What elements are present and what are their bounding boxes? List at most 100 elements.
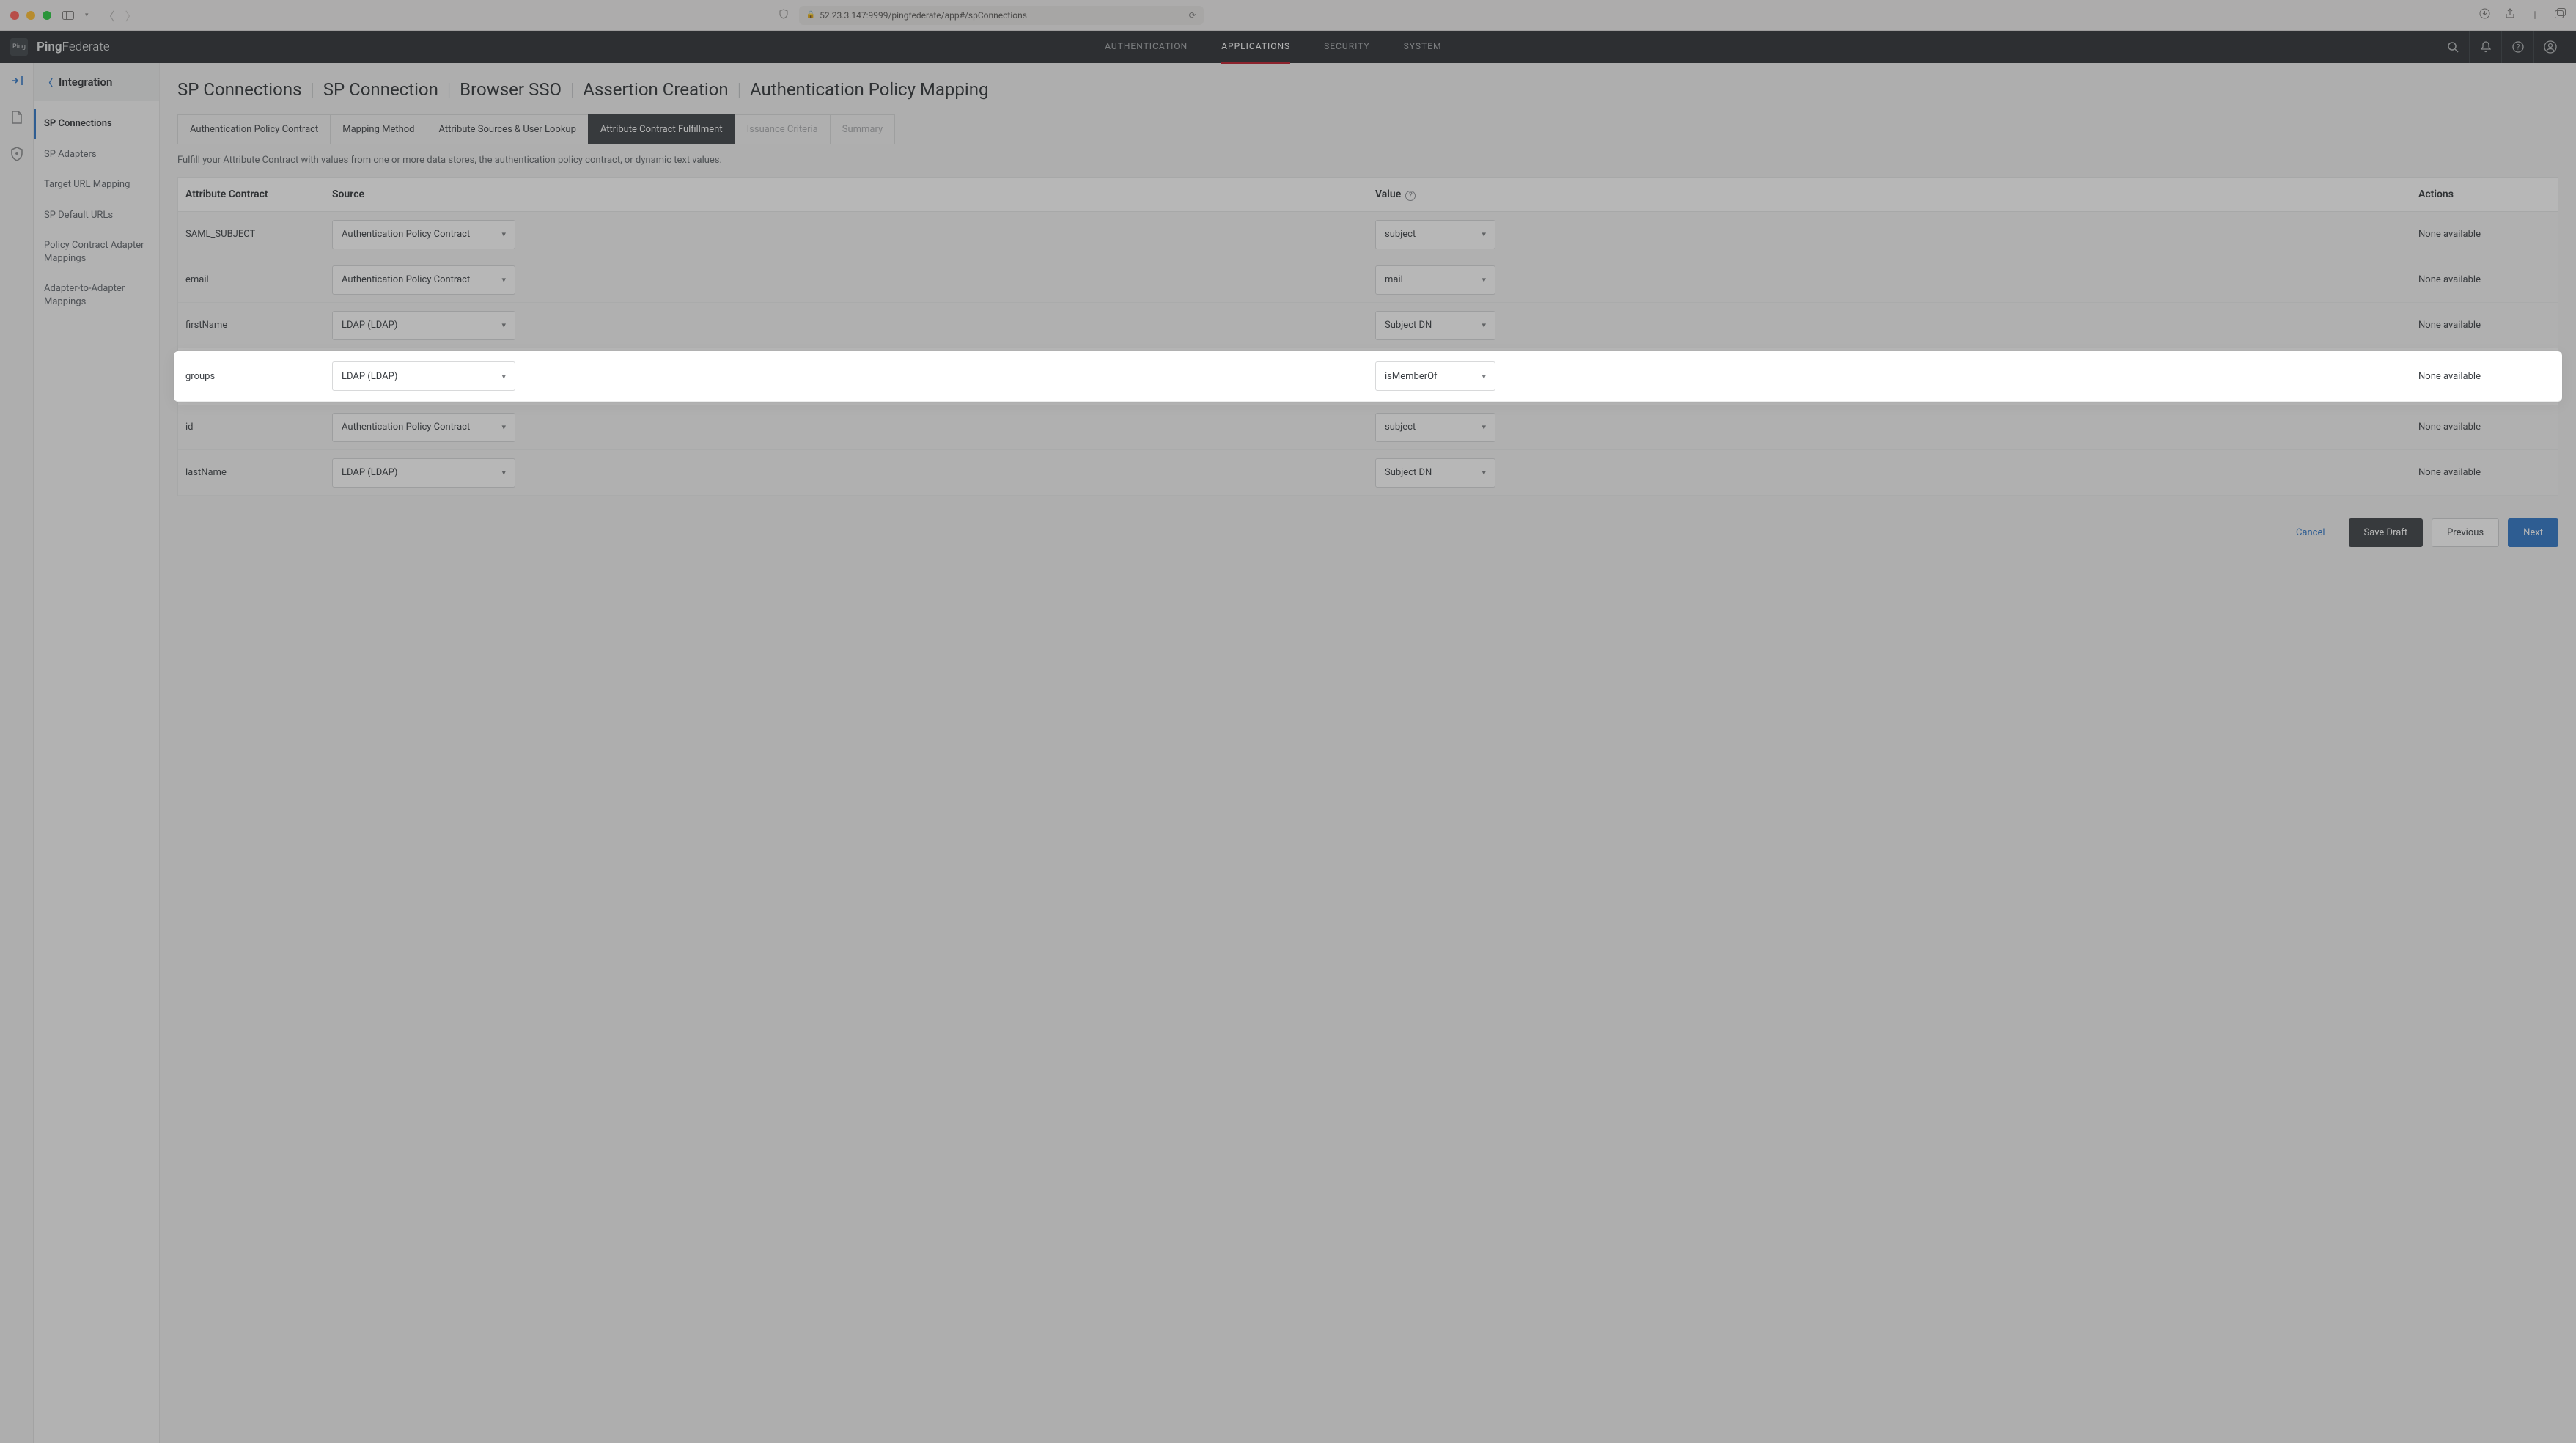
sidenav-item[interactable]: SP Adapters [34,139,159,170]
step-tab: Issuance Criteria [735,114,831,144]
privacy-shield-icon[interactable] [779,9,789,22]
save-draft-button[interactable]: Save Draft [2349,518,2424,547]
button-row: Cancel Save Draft Previous Next [177,518,2558,547]
integration-rail-icon[interactable] [0,73,33,88]
cell-attr: firstName [178,320,325,331]
lock-icon: 🔒 [806,11,815,19]
info-icon[interactable]: ? [1405,191,1416,201]
cell-attr: id [178,422,325,433]
maximize-window-button[interactable] [43,11,51,20]
refresh-button[interactable]: ⟳ [1189,10,1196,21]
svg-text:?: ? [2516,44,2520,52]
chevron-down-icon: ▾ [501,275,506,284]
chevron-down-icon: ▾ [1482,230,1486,239]
breadcrumb: SP Connections | SP Connection | Browser SSO… [177,79,2558,100]
share-icon[interactable] [2505,8,2515,23]
sidenav-item[interactable]: Target URL Mapping [34,169,159,200]
value-select[interactable]: subject▾ [1375,413,1495,442]
back-button[interactable]: 〈 [103,7,115,24]
th-attribute: Attribute Contract [178,178,325,211]
crumb-item[interactable]: SP Connection [323,79,438,100]
value-select[interactable]: mail▾ [1375,265,1495,295]
chevron-down-icon: ▾ [1482,275,1486,284]
document-rail-icon[interactable] [0,110,33,125]
app-topnav: Ping PingFederate AUTHENTICATION APPLICAT… [0,31,2576,63]
crumb-item[interactable]: Browser SSO [460,79,562,100]
close-window-button[interactable] [10,11,19,20]
value-select[interactable]: subject▾ [1375,220,1495,249]
step-tabs: Authentication Policy ContractMapping Me… [177,114,2558,144]
cell-attr: SAML_SUBJECT [178,229,325,240]
step-tab[interactable]: Attribute Sources & User Lookup [427,114,589,144]
chevron-down-icon: ▾ [501,320,506,330]
brand-light: Federate [62,40,110,54]
actions-cell: None available [2411,422,2558,433]
crumb-item[interactable]: Authentication Policy Mapping [750,79,988,100]
search-icon[interactable] [2437,31,2469,63]
url-text: 52.23.3.147:9999/pingfederate/app#/spCon… [820,10,1027,21]
shield-rail-icon[interactable] [0,147,33,161]
chevron-down-icon: ▾ [501,230,506,239]
sidenav-item[interactable]: Policy Contract Adapter Mappings [34,230,159,273]
chevron-down-icon: ▾ [501,372,506,381]
actions-cell: None available [2411,229,2558,240]
crumb-item[interactable]: Assertion Creation [583,79,728,100]
forward-button[interactable]: 〉 [125,7,137,24]
source-select[interactable]: Authentication Policy Contract▾ [332,265,515,295]
attribute-table: Attribute Contract Source Value? Actions… [177,177,2558,496]
help-icon[interactable]: ? [2501,31,2533,63]
cell-attr: groups [178,371,325,382]
minimize-window-button[interactable] [26,11,35,20]
nav-security[interactable]: SECURITY [1324,31,1370,64]
downloads-icon[interactable] [2479,8,2490,23]
source-select[interactable]: Authentication Policy Contract▾ [332,220,515,249]
step-tab[interactable]: Mapping Method [330,114,427,144]
chevron-down-icon: ▾ [1482,468,1486,477]
crumb-sep: | [310,79,314,100]
side-nav: 〈 Integration SP ConnectionsSP AdaptersT… [34,63,160,1443]
nav-applications[interactable]: APPLICATIONS [1221,31,1290,64]
nav-system[interactable]: SYSTEM [1404,31,1442,64]
chevron-down-icon: ▾ [1482,320,1486,330]
previous-button[interactable]: Previous [2432,518,2499,547]
crumb-sep: | [447,79,451,100]
browser-toolbar: ▾ 〈 〉 🔒 52.23.3.147:9999/pingfederate/ap… [0,0,2576,31]
value-select[interactable]: Subject DN▾ [1375,458,1495,488]
source-select[interactable]: LDAP (LDAP)▾ [332,361,515,391]
brand-logo[interactable]: Ping PingFederate [10,38,110,56]
sidenav-item[interactable]: SP Default URLs [34,200,159,231]
crumb-item[interactable]: SP Connections [177,79,301,100]
sidenav-item[interactable]: SP Connections [34,109,159,139]
user-avatar-icon[interactable] [2533,31,2566,63]
brand-bold: Ping [37,40,62,54]
chevron-down-icon[interactable]: ▾ [85,12,89,19]
table-row: lastNameLDAP (LDAP)▾Subject DN▾None avai… [178,450,2558,496]
source-select[interactable]: Authentication Policy Contract▾ [332,413,515,442]
next-button[interactable]: Next [2508,518,2558,547]
table-row: id Authentication Policy Contract▾ subject… [178,405,2558,450]
chevron-down-icon: ▾ [1482,372,1486,381]
sidenav-title: Integration [59,76,112,89]
sidebar-toggle-button[interactable] [59,9,78,22]
value-select[interactable]: Subject DN▾ [1375,311,1495,340]
cell-attr: email [178,274,325,285]
crumb-sep: | [737,79,741,100]
notifications-icon[interactable] [2469,31,2501,63]
sidenav-item[interactable]: Adapter-to-Adapter Mappings [34,273,159,317]
cancel-button[interactable]: Cancel [2281,518,2340,547]
chevron-down-icon: ▾ [501,468,506,477]
source-select[interactable]: LDAP (LDAP)▾ [332,458,515,488]
address-bar[interactable]: 🔒 52.23.3.147:9999/pingfederate/app#/spC… [799,6,1204,25]
value-select[interactable]: isMemberOf▾ [1375,361,1495,391]
hint-text: Fulfill your Attribute Contract with val… [177,155,2558,166]
chevron-down-icon: ▾ [501,422,506,432]
tabs-icon[interactable] [2555,8,2566,23]
sidenav-back-header[interactable]: 〈 Integration [34,63,159,101]
step-tab[interactable]: Authentication Policy Contract [177,114,331,144]
source-select[interactable]: LDAP (LDAP)▾ [332,311,515,340]
nav-authentication[interactable]: AUTHENTICATION [1105,31,1188,64]
table-row: groupsLDAP (LDAP)▾isMemberOf▾None availa… [174,351,2562,402]
new-tab-icon[interactable]: ＋ [2530,8,2540,23]
step-tab: Summary [830,114,895,144]
step-tab[interactable]: Attribute Contract Fulfillment [588,114,735,144]
